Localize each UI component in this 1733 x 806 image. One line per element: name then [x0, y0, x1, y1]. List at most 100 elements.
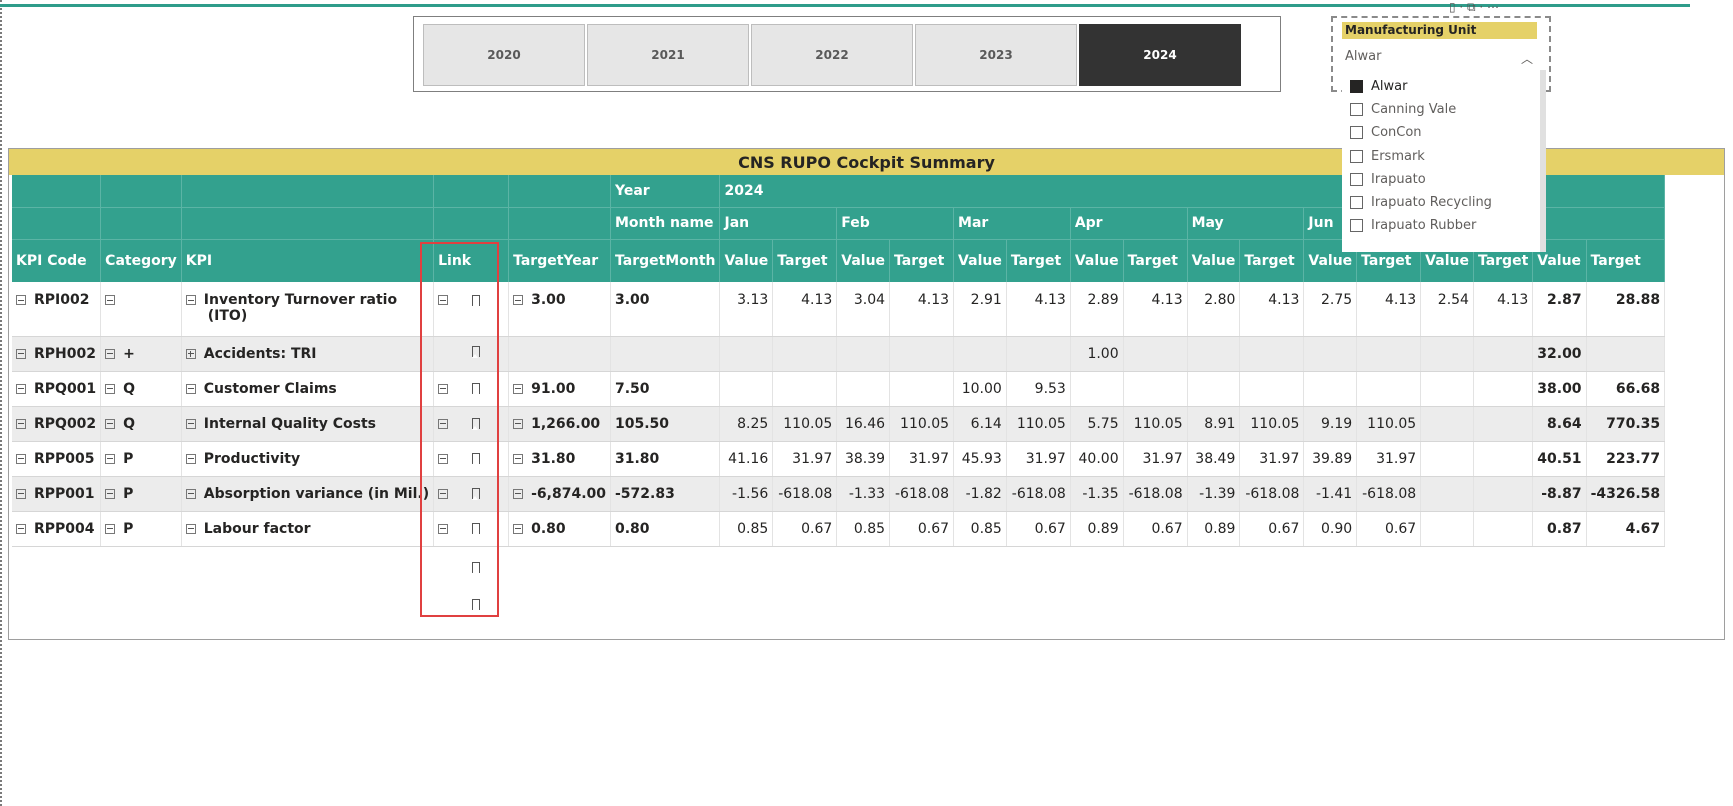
collapse-icon[interactable] — [438, 453, 449, 464]
value-cell — [1420, 336, 1474, 372]
collapse-icon[interactable] — [513, 488, 524, 499]
collapse-icon[interactable] — [16, 348, 26, 359]
table-row[interactable]: RPP001 P Absorption variance (in Mil.) -6,8… — [12, 476, 1666, 512]
table-row[interactable]: RPP005 P Productivity 31.80 31.80 41.16 31.97 3… — [12, 441, 1666, 477]
collapse-icon[interactable] — [513, 453, 524, 464]
checkbox-icon[interactable] — [1350, 126, 1363, 140]
bookmark-icon[interactable] — [472, 345, 481, 358]
collapse-icon[interactable] — [185, 453, 196, 464]
collapse-icon[interactable] — [105, 383, 116, 394]
expand-icon[interactable] — [185, 348, 196, 359]
checkbox-icon[interactable] — [1350, 219, 1363, 233]
collapse-icon[interactable] — [16, 488, 26, 499]
collapse-icon[interactable] — [185, 295, 196, 305]
column-header-value[interactable]: Value — [1187, 239, 1241, 282]
value-cell: 2.80 — [1187, 282, 1241, 337]
chevron-up-icon[interactable]: ︿ — [1521, 48, 1533, 70]
bookmark-icon[interactable] — [472, 294, 481, 307]
slicer-option[interactable]: Canning Vale — [1350, 97, 1456, 122]
bookmark-icon[interactable] — [472, 599, 480, 611]
slicer-option[interactable]: Ersmark — [1350, 144, 1425, 169]
column-header-category[interactable]: Category — [100, 239, 182, 282]
collapse-icon[interactable] — [16, 295, 26, 305]
collapse-icon[interactable] — [105, 453, 116, 464]
year-button-2024[interactable]: 2024 — [1079, 24, 1241, 86]
collapse-icon[interactable] — [513, 523, 524, 534]
collapse-icon[interactable] — [105, 295, 116, 305]
target-cell: 4.13 — [772, 282, 838, 337]
year-button-2020[interactable]: 2020 — [423, 24, 585, 86]
slicer-option[interactable]: ConCon — [1350, 120, 1422, 145]
category-cell: P — [100, 441, 182, 477]
collapse-icon[interactable] — [105, 418, 116, 429]
collapse-icon[interactable] — [105, 348, 116, 359]
collapse-icon[interactable] — [438, 488, 449, 499]
slicer-option[interactable]: Irapuato — [1350, 167, 1426, 192]
target-cell: -618.08 — [1123, 476, 1188, 512]
kpi-code: RPQ001 — [34, 380, 97, 397]
table-row[interactable]: RPP004 P Labour factor 0.80 0.80 0.85 0.67 0.85… — [12, 511, 1666, 547]
collapse-icon[interactable] — [185, 523, 196, 534]
column-header-kpi[interactable]: KPI — [181, 239, 435, 282]
column-header-target-month[interactable]: TargetMonth — [610, 239, 721, 282]
visual-header-icons[interactable]: ▯ · ⧉ · ⋯ — [1449, 0, 1499, 15]
bookmark-icon[interactable] — [472, 383, 481, 395]
collapse-icon[interactable] — [105, 523, 116, 534]
bookmark-icon[interactable] — [472, 418, 481, 430]
target-cell: 31.97 — [889, 441, 955, 477]
slicer-option[interactable]: Alwar — [1350, 74, 1407, 99]
collapse-icon[interactable] — [513, 383, 524, 394]
collapse-icon[interactable] — [16, 418, 26, 429]
slicer-dropdown[interactable]: Alwar ︿ — [1342, 46, 1545, 68]
year-button-2023[interactable]: 2023 — [915, 24, 1077, 86]
collapse-icon[interactable] — [513, 295, 524, 305]
collapse-icon[interactable] — [438, 418, 449, 429]
value-cell: 6.14 — [953, 406, 1007, 442]
collapse-icon[interactable] — [16, 383, 26, 394]
bookmark-icon[interactable] — [472, 453, 481, 465]
collapse-icon[interactable] — [185, 418, 196, 429]
column-header-value[interactable]: Value — [836, 239, 891, 282]
table-row[interactable]: RPH002 + Accidents: TRI 1.00 32.00 — [12, 336, 1666, 372]
column-header-target[interactable]: Target — [1239, 239, 1305, 282]
slicer-option[interactable]: Irapuato Recycling — [1350, 190, 1492, 215]
collapse-icon[interactable] — [16, 523, 26, 534]
column-header-value[interactable]: Value — [1070, 239, 1124, 282]
column-header-value[interactable]: Value — [953, 239, 1007, 282]
category-cell: Q — [100, 371, 182, 407]
year-button-2021[interactable]: 2021 — [587, 24, 749, 86]
bookmark-icon[interactable] — [472, 523, 481, 535]
column-header-value[interactable]: Value — [719, 239, 774, 282]
target-year: 1,266.00 — [531, 415, 601, 432]
collapse-icon[interactable] — [438, 523, 449, 534]
column-header-target[interactable]: Target — [889, 239, 955, 282]
checkbox-icon[interactable] — [1350, 149, 1363, 163]
checkbox-icon[interactable] — [1350, 172, 1363, 186]
column-header-target-year[interactable]: TargetYear — [508, 239, 611, 282]
bookmark-icon[interactable] — [472, 488, 481, 500]
collapse-icon[interactable] — [438, 295, 449, 305]
year-button-2022[interactable]: 2022 — [751, 24, 913, 86]
checkbox-icon[interactable] — [1350, 196, 1363, 209]
collapse-icon[interactable] — [16, 453, 26, 464]
slicer-option-label: Irapuato Rubber — [1371, 218, 1477, 234]
column-header-target[interactable]: Target — [1006, 239, 1071, 282]
table-row[interactable]: RPI002 Inventory Turnover ratio (ITO) 3.00 3… — [12, 282, 1666, 337]
column-header-target[interactable]: Target — [1123, 239, 1188, 282]
checkbox-icon[interactable] — [1350, 80, 1363, 93]
kpi-cell: Labour factor — [181, 511, 435, 547]
column-header-target[interactable]: Target — [772, 239, 838, 282]
slicer-option[interactable]: Irapuato Rubber — [1350, 213, 1476, 238]
bookmark-icon[interactable] — [472, 562, 480, 574]
column-header-kpi-code[interactable]: KPI Code — [12, 239, 102, 282]
collapse-icon[interactable] — [185, 488, 196, 499]
collapse-icon[interactable] — [105, 488, 116, 499]
table-row[interactable]: RPQ001 Q Customer Claims 91.00 7.50 10.00 9.53… — [12, 371, 1666, 407]
table-row[interactable]: RPQ002 Q Internal Quality Costs 1,266.00 105… — [12, 406, 1666, 442]
collapse-icon[interactable] — [513, 418, 524, 429]
column-header-link[interactable]: Link — [433, 239, 510, 282]
checkbox-icon[interactable] — [1350, 103, 1363, 117]
column-header-total-target[interactable]: Target — [1586, 239, 1666, 282]
collapse-icon[interactable] — [438, 383, 449, 394]
collapse-icon[interactable] — [185, 383, 196, 394]
